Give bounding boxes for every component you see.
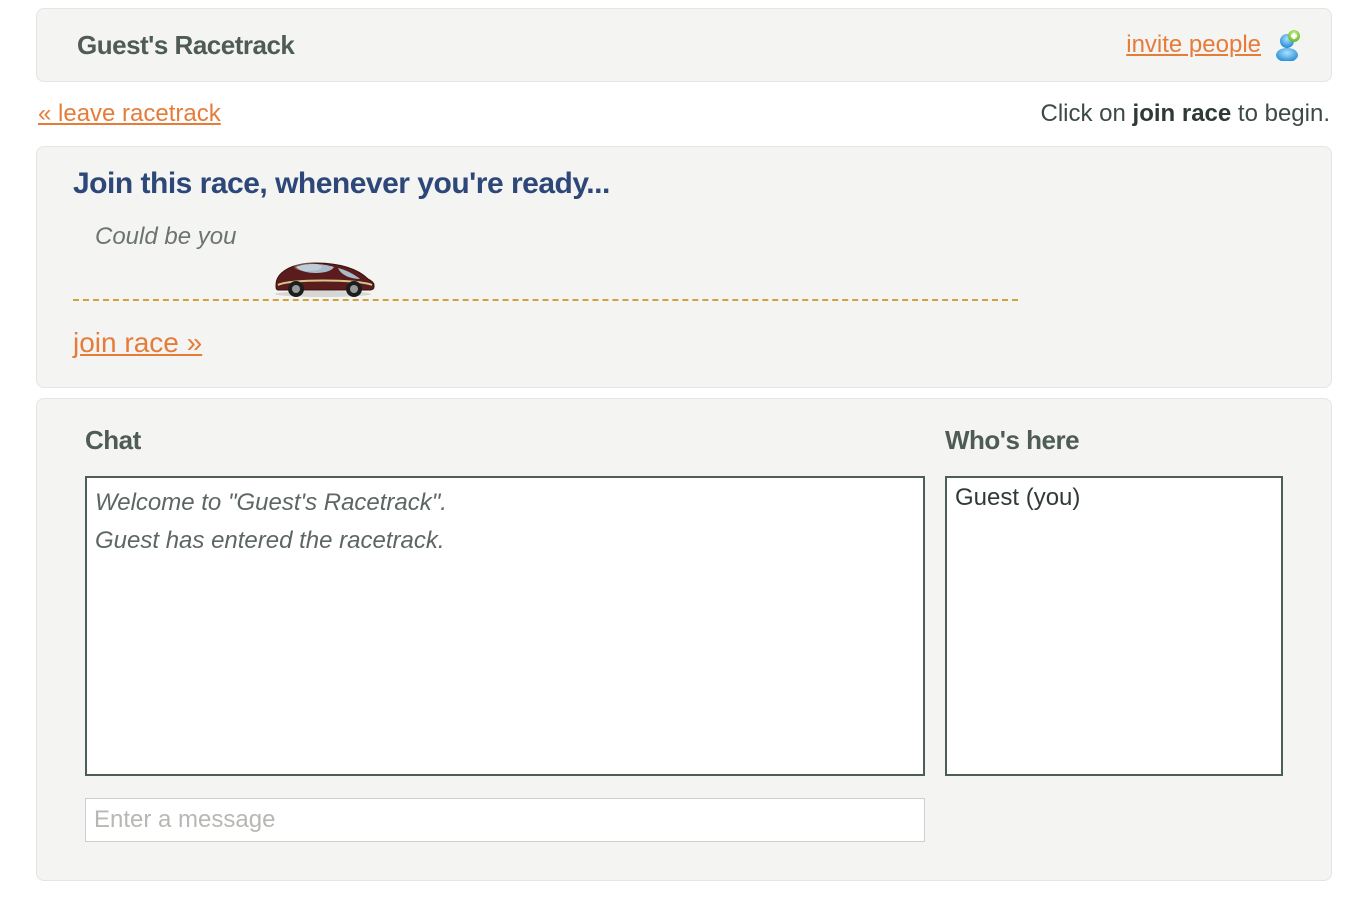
add-user-icon — [1269, 29, 1301, 61]
who-column: Who's here Guest (you) — [945, 425, 1283, 842]
chat-log: Welcome to "Guest's Racetrack". Guest ha… — [85, 476, 925, 776]
racer-placeholder-label: Could be you — [95, 223, 1295, 251]
race-panel: Join this race, whenever you're ready...… — [36, 146, 1332, 388]
who-list: Guest (you) — [945, 476, 1283, 776]
chat-input[interactable] — [85, 798, 925, 842]
chat-heading: Chat — [85, 425, 925, 456]
hint-text: Click on join race to begin. — [1041, 100, 1331, 128]
car-row — [268, 255, 1295, 297]
invite-people-wrap: invite people — [1126, 29, 1301, 61]
who-heading: Who's here — [945, 425, 1283, 456]
invite-people-link[interactable]: invite people — [1126, 31, 1261, 59]
car-icon — [268, 255, 1295, 297]
chat-message: Welcome to "Guest's Racetrack". — [95, 484, 915, 522]
hint-bold: join race — [1133, 100, 1232, 127]
track-divider — [73, 299, 1018, 301]
page-title: Guest's Racetrack — [77, 30, 294, 61]
chat-message: Guest has entered the racetrack. — [95, 522, 915, 560]
leave-racetrack-link[interactable]: « leave racetrack — [38, 100, 221, 128]
join-race-link[interactable]: join race » — [73, 327, 202, 358]
hint-prefix: Click on — [1041, 100, 1133, 127]
chat-panel: Chat Welcome to "Guest's Racetrack". Gue… — [36, 398, 1332, 881]
mid-row: « leave racetrack Click on join race to … — [36, 82, 1332, 146]
header-panel: Guest's Racetrack invite people — [36, 8, 1332, 82]
race-heading: Join this race, whenever you're ready... — [73, 167, 1295, 201]
hint-suffix: to begin. — [1231, 100, 1330, 127]
who-item: Guest (you) — [955, 484, 1273, 512]
chat-column: Chat Welcome to "Guest's Racetrack". Gue… — [85, 425, 925, 842]
